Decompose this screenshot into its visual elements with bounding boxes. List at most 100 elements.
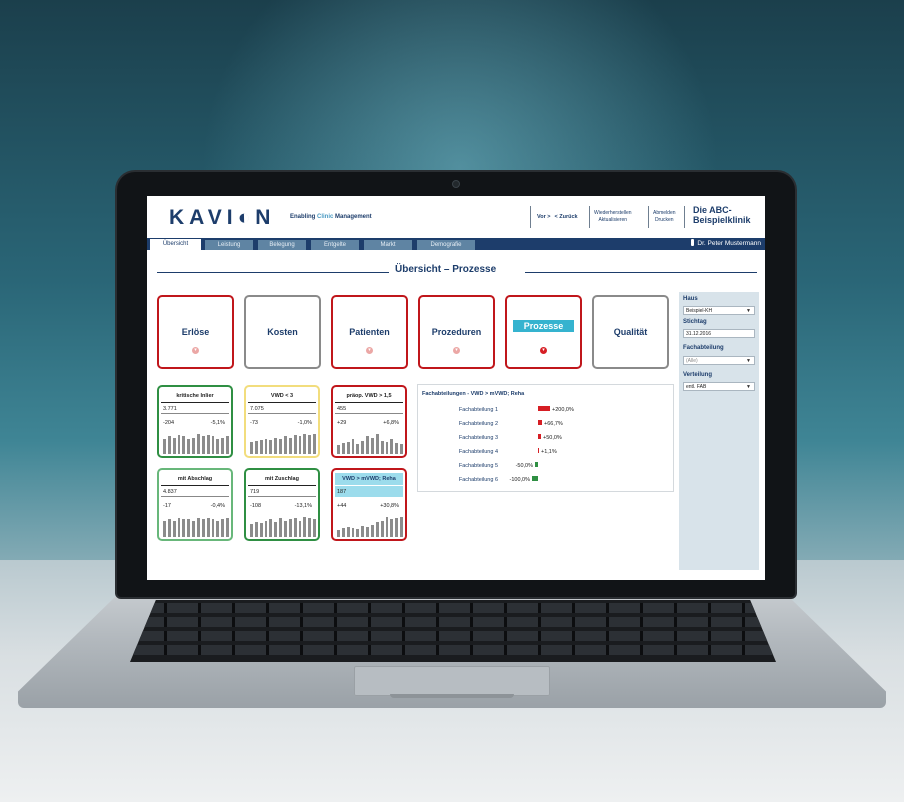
sparkline-bar [346, 527, 350, 537]
sparkline-bar [346, 441, 350, 454]
back-button[interactable]: < Zurück [555, 214, 578, 221]
tile-label: Kosten [267, 327, 298, 337]
chart-bar [532, 476, 538, 481]
sparkline-bar [269, 439, 273, 454]
filter-label-verteilung: Verteilung [683, 372, 713, 378]
sparkline-bar [395, 443, 399, 454]
sparkline-bar [187, 519, 191, 537]
filter-label-fachabteilung: Fachabteilung [683, 345, 724, 351]
sparkline-bar [375, 434, 379, 454]
tile-patienten[interactable]: Patienten ▾ [331, 295, 408, 369]
sparkline-bar [298, 436, 302, 454]
kpi-title: präop. VWD > 1,5 [335, 391, 403, 403]
kpi-delta: -73 [250, 420, 258, 426]
kpi-sparkline [337, 432, 404, 454]
chart-category-label: Fachabteilung 6 [459, 477, 498, 483]
sparkline-bar [313, 434, 317, 454]
sparkline-bar [167, 519, 171, 537]
sparkline-bar [308, 435, 312, 454]
stichtag-field[interactable]: 31.12.2016 [683, 329, 755, 338]
sparkline-bar [216, 520, 220, 537]
header-divider [648, 206, 649, 228]
nav-logout-print: Abmelden Drucken [653, 206, 676, 228]
kpi-card[interactable]: mit Zuschlag 719 -108 -13,1% [244, 468, 320, 541]
sparkline-bar [167, 436, 171, 454]
sparkline-bar [182, 519, 186, 537]
sparkline-bar [380, 520, 384, 537]
sparkline-bar [308, 518, 312, 537]
sparkline-bar [313, 519, 317, 537]
sparkline-bar [197, 518, 200, 537]
user-menu[interactable]: Dr. Peter Mustermann [691, 239, 761, 249]
sparkline-bar [279, 438, 283, 454]
tab-entgelte[interactable]: Entgelte [311, 240, 359, 250]
sparkline-bar [216, 438, 220, 454]
sparkline-bar [366, 527, 370, 537]
restore-button[interactable]: Wiederherstellen [594, 210, 632, 217]
sparkline-bar [361, 526, 365, 537]
kpi-title: VWD < 3 [248, 391, 316, 403]
kpi-sparkline [250, 515, 317, 537]
tab-demografie[interactable]: Demografie [417, 240, 475, 250]
sparkline-bar [337, 530, 340, 537]
kpi-percent: +30,8% [380, 503, 399, 509]
kpi-value: 719 [250, 489, 260, 495]
tab-belegung[interactable]: Belegung [258, 240, 306, 250]
laptop-trackpad [354, 666, 550, 696]
key-row [130, 603, 776, 613]
sparkline-bar [303, 434, 307, 454]
sparkline-bar [366, 436, 370, 454]
tile-erloese[interactable]: Erlöse ▾ [157, 295, 234, 369]
logout-button[interactable]: Abmelden [653, 210, 676, 217]
filter-sidebar: Haus Beispiel-KH ▼ Stichtag 31.12.2016 Fa… [679, 292, 759, 570]
chart-category-label: Fachabteilung 2 [459, 421, 498, 427]
sparkline-bar [400, 517, 404, 537]
sparkline-bar [269, 519, 273, 537]
chart-value-label: -100,0% [510, 477, 531, 483]
print-button[interactable]: Drucken [655, 217, 674, 224]
sparkline-bar [371, 437, 374, 454]
tile-prozesse[interactable]: Prozesse ▾ [505, 295, 582, 369]
haus-select[interactable]: Beispiel-KH ▼ [683, 306, 755, 315]
title-rule [525, 272, 757, 273]
haus-select-value: Beispiel-KH [686, 308, 713, 314]
clinic-name-line: Beispielklinik [693, 215, 751, 225]
tile-prozeduren[interactable]: Prozeduren ▾ [418, 295, 495, 369]
kpi-percent: -0,4% [210, 503, 225, 509]
kpi-card[interactable]: präop. VWD > 1,5 455 +29 +6,8% [331, 385, 407, 458]
tab-uebersicht[interactable]: Übersicht [150, 239, 201, 250]
sparkline-bar [226, 518, 230, 537]
kpi-title: VWD > mVWD; Reha [335, 473, 403, 485]
tab-markt[interactable]: Markt [364, 240, 412, 250]
sparkline-bar [375, 521, 379, 537]
refresh-button[interactable]: Aktualisieren [598, 217, 627, 224]
sparkline-bar [250, 523, 253, 537]
kpi-card[interactable]: mit Abschlag 4.837 -17 -0,4% [157, 468, 233, 541]
tile-qualitaet[interactable]: Qualität [592, 295, 669, 369]
kpi-card[interactable]: VWD < 3 7.075 -73 -1,0% [244, 385, 320, 458]
sparkline-bar [385, 441, 389, 454]
kpi-card[interactable]: VWD > mVWD; Reha 187 +44 +30,8% [331, 468, 407, 541]
chart-value-label: +1,1% [541, 449, 557, 455]
sparkline-bar [380, 440, 384, 454]
department-chart: Fachabteilungen - VWD > mVWD; Reha Facha… [417, 384, 674, 492]
sparkline-bar [172, 437, 176, 454]
kpi-value: 7.075 [250, 406, 264, 412]
tab-leistung[interactable]: Leistung [205, 240, 253, 250]
forward-button[interactable]: Vor > [537, 214, 551, 221]
department-chart-svg: Fachabteilung 1 +200,0% Fachabteilung 2 +66… [459, 406, 574, 483]
kpi-value: 3.771 [163, 406, 177, 412]
chart-value-label: +66,7% [544, 421, 563, 427]
verteilung-select[interactable]: entl. FAB ▼ [683, 382, 755, 391]
sparkline-bar [390, 438, 394, 454]
chart-bar [538, 406, 550, 411]
laptop-lip [390, 694, 514, 698]
fachabteilung-select[interactable]: (Alle) ▼ [683, 356, 755, 365]
kpi-card[interactable]: kritische Inlier 3.771 -204 -5,1% [157, 385, 233, 458]
chart-category-label: Fachabteilung 3 [459, 435, 498, 441]
chart-value-label: -50,0% [516, 463, 534, 469]
tile-kosten[interactable]: Kosten [244, 295, 321, 369]
tile-label: Qualität [613, 327, 648, 337]
sparkline-bar [259, 522, 263, 537]
sparkline-bar [274, 437, 278, 454]
